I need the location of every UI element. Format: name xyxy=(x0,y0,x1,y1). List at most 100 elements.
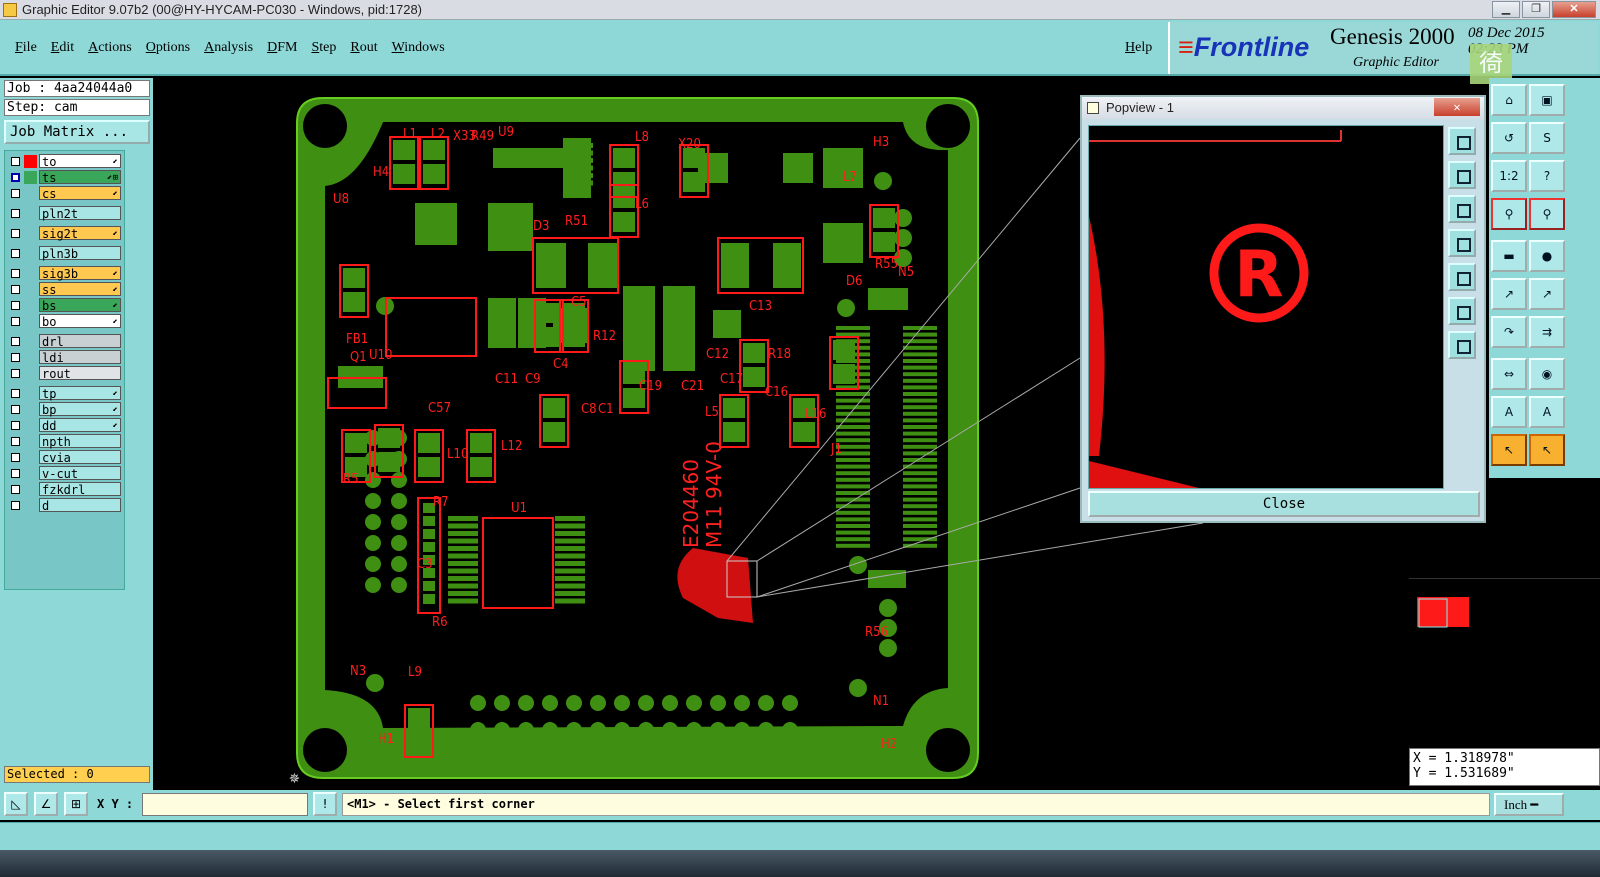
menu-windows[interactable]: Windows xyxy=(392,40,445,56)
net-alt-icon[interactable]: ⚲ xyxy=(1529,198,1565,230)
layer-checkbox[interactable] xyxy=(11,268,20,278)
layer-name[interactable]: cvia xyxy=(39,450,121,465)
snap-angle-icon[interactable]: ∠ xyxy=(34,792,58,816)
layer-name[interactable]: tp ⬋ xyxy=(39,386,121,401)
layer-name[interactable]: cs ⬋ xyxy=(39,186,121,201)
layer-checkbox[interactable] xyxy=(11,368,20,378)
layer-checkbox[interactable] xyxy=(11,336,20,346)
select-cursor-icon[interactable]: ↖ xyxy=(1491,434,1527,466)
layer-name[interactable]: sig3b ⬋ xyxy=(39,266,121,281)
layer-checkbox[interactable] xyxy=(11,156,20,166)
layer-name[interactable]: pln3b xyxy=(39,246,121,261)
layer-row-drl[interactable]: drl xyxy=(5,333,124,349)
text-b-icon[interactable]: A xyxy=(1529,396,1565,428)
mirror-icon[interactable]: ⇉ xyxy=(1529,316,1565,348)
popview-tool-4[interactable] xyxy=(1448,229,1476,257)
layer-checkbox[interactable] xyxy=(11,188,20,198)
menu-rout[interactable]: Rout xyxy=(350,40,377,56)
layer-row-v-cut[interactable]: v-cut xyxy=(5,465,124,481)
close-button[interactable]: ✕ xyxy=(1552,1,1596,18)
layer-name[interactable]: bp ⬋ xyxy=(39,402,121,417)
layer-checkbox[interactable] xyxy=(11,300,20,310)
popview-tool-3[interactable] xyxy=(1448,195,1476,223)
menu-edit[interactable]: Edit xyxy=(51,40,74,56)
alert-icon[interactable]: ! xyxy=(313,792,337,816)
shapes-icon[interactable]: ◉ xyxy=(1529,358,1565,390)
menu-options[interactable]: Options xyxy=(146,40,190,56)
popview-close-button[interactable]: Close xyxy=(1088,491,1480,517)
popview-close-x[interactable]: ✕ xyxy=(1434,98,1480,116)
popview-tool-7[interactable] xyxy=(1448,331,1476,359)
layer-row-cvia[interactable]: cvia xyxy=(5,449,124,465)
redraw-icon[interactable]: S xyxy=(1529,122,1565,154)
layer-row-pln3b[interactable]: pln3b xyxy=(5,245,124,261)
menu-actions[interactable]: Actions xyxy=(88,40,132,56)
layer-name[interactable]: v-cut xyxy=(39,466,121,481)
layer-row-cs[interactable]: cs ⬋ xyxy=(5,185,124,201)
popview-viewport[interactable]: R xyxy=(1088,125,1444,489)
popview-tool-5[interactable] xyxy=(1448,263,1476,291)
layer-checkbox[interactable] xyxy=(11,484,20,494)
layer-name[interactable]: dd ⬋ xyxy=(39,418,121,433)
menu-step[interactable]: Step xyxy=(311,40,336,56)
xy-input[interactable] xyxy=(142,793,308,816)
layer-checkbox[interactable] xyxy=(11,172,20,182)
layer-name[interactable]: ts ⬋⊞ xyxy=(39,170,121,185)
layer-row-ss[interactable]: ss ⬋ xyxy=(5,281,124,297)
layer-name[interactable]: bo ⬋ xyxy=(39,314,121,329)
layer-name[interactable]: to ⬋ xyxy=(39,154,121,169)
home-icon[interactable]: ⌂ xyxy=(1491,84,1527,116)
layer-checkbox[interactable] xyxy=(11,404,20,414)
layer-checkbox[interactable] xyxy=(11,248,20,258)
layer-checkbox[interactable] xyxy=(11,436,20,446)
layer-checkbox[interactable] xyxy=(11,316,20,326)
popview-tool-2[interactable] xyxy=(1448,161,1476,189)
layer-checkbox[interactable] xyxy=(11,500,20,510)
layer-name[interactable]: bs ⬋ xyxy=(39,298,121,313)
help-icon[interactable]: ? xyxy=(1529,160,1565,192)
layer-row-tp[interactable]: tp ⬋ xyxy=(5,385,124,401)
layer-name[interactable]: rout xyxy=(39,366,121,381)
layer-name[interactable]: npth xyxy=(39,434,121,449)
units-selector[interactable]: Inch ━ xyxy=(1494,793,1564,816)
popview-tool-1[interactable] xyxy=(1448,127,1476,155)
layer-name[interactable]: d xyxy=(39,498,121,513)
job-matrix-button[interactable]: Job Matrix ... xyxy=(4,120,150,144)
layer-name[interactable]: ldi xyxy=(39,350,121,365)
text-a-icon[interactable]: A xyxy=(1491,396,1527,428)
layer-row-bo[interactable]: bo ⬋ xyxy=(5,313,124,329)
menu-dfm[interactable]: DFM xyxy=(267,40,297,56)
minimize-button[interactable]: ▁ xyxy=(1492,1,1520,18)
layer-row-rout[interactable]: rout xyxy=(5,365,124,381)
layer-checkbox[interactable] xyxy=(11,284,20,294)
layer-row-bs[interactable]: bs ⬋ xyxy=(5,297,124,313)
layer-name[interactable]: fzkdrl xyxy=(39,482,121,497)
layer-checkbox[interactable] xyxy=(11,388,20,398)
window-icon[interactable]: ▣ xyxy=(1529,84,1565,116)
layer-name[interactable]: drl xyxy=(39,334,121,349)
ruler-icon[interactable]: ▬ xyxy=(1491,240,1527,272)
layer-checkbox[interactable] xyxy=(11,452,20,462)
mini-view[interactable] xyxy=(1409,578,1600,673)
net-icon[interactable]: ⚲ xyxy=(1491,198,1527,230)
layer-row-d[interactable]: d xyxy=(5,497,124,513)
layer-row-ldi[interactable]: ldi xyxy=(5,349,124,365)
restore-button[interactable]: ❐ xyxy=(1522,1,1550,18)
layer-row-sig2t[interactable]: sig2t ⬋ xyxy=(5,225,124,241)
layer-name[interactable]: sig2t ⬋ xyxy=(39,226,121,241)
measure-icon[interactable]: ⇔ xyxy=(1491,358,1527,390)
rotate-icon[interactable]: ↷ xyxy=(1491,316,1527,348)
popview-tool-6[interactable] xyxy=(1448,297,1476,325)
layer-row-bp[interactable]: bp ⬋ xyxy=(5,401,124,417)
layer-checkbox[interactable] xyxy=(11,208,20,218)
snap-grid-icon[interactable]: ◺ xyxy=(4,792,28,816)
menu-file[interactable]: File xyxy=(15,40,37,56)
layer-row-to[interactable]: to ⬋ xyxy=(5,153,124,169)
menu-analysis[interactable]: Analysis xyxy=(204,40,253,56)
layer-checkbox[interactable] xyxy=(11,420,20,430)
layer-name[interactable]: pln2t xyxy=(39,206,121,221)
zoom-1to1-icon[interactable]: 1:2 xyxy=(1491,160,1527,192)
layer-row-dd[interactable]: dd ⬋ xyxy=(5,417,124,433)
layer-row-pln2t[interactable]: pln2t xyxy=(5,205,124,221)
undo-zoom-icon[interactable]: ↺ xyxy=(1491,122,1527,154)
